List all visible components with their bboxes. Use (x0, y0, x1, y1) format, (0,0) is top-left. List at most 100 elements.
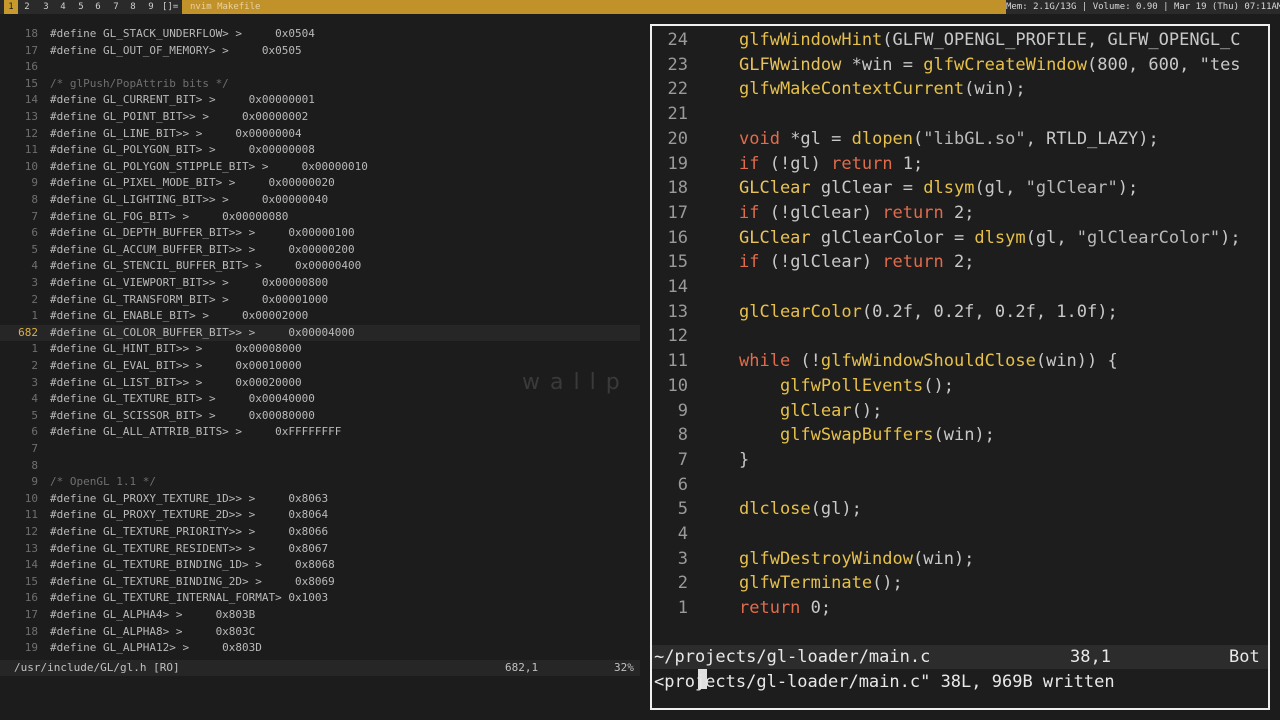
workspace-tag-9[interactable]: 9 (145, 0, 157, 14)
code-line[interactable]: 3 glfwDestroyWindow(win); (652, 547, 1268, 572)
code-line[interactable]: 24 glfwWindowHint(GLFW_OPENGL_PROFILE, GL… (652, 28, 1268, 53)
code-line[interactable]: 11 #define GL_POLYGON_BIT> > 0x00000008 (0, 142, 640, 159)
code-line[interactable]: 682 #define GL_COLOR_BUFFER_BIT>> > 0x000… (0, 324, 640, 342)
workspace-tag-2[interactable]: 2 (21, 0, 33, 14)
line-text: #define GL_TEXTURE_RESIDENT>> > 0x8067 (50, 541, 329, 555)
code-line[interactable]: 18 #define GL_ALPHA8> > 0x803C (0, 624, 640, 641)
code-line[interactable]: 6 #define GL_ALL_ATTRIB_BITS> > 0xFFFFFFF… (0, 424, 640, 441)
code-line[interactable]: 12 #define GL_LINE_BIT>> > 0x00000004 (0, 126, 640, 143)
line-text: while (!glfwWindowShouldClose(win)) { (739, 351, 1118, 372)
code-line[interactable]: 14 #define GL_TEXTURE_BINDING_1D> > 0x806… (0, 557, 640, 574)
line-number: 12 (24, 525, 38, 538)
line-number: 6 (31, 425, 38, 439)
code-line[interactable]: 23 GLFWwindow *win = glfwCreateWindow(800… (652, 53, 1268, 78)
code-line[interactable]: 11 #define GL_PROXY_TEXTURE_2D>> > 0x8064 (0, 507, 640, 524)
code-line[interactable]: 7 #define GL_FOG_BIT> > 0x00000080 (0, 209, 640, 226)
line-number: 16 (667, 227, 688, 248)
code-line[interactable]: 14 #define GL_CURRENT_BIT> > 0x00000001 (0, 92, 640, 109)
code-line[interactable]: 12 #define GL_TEXTURE_PRIORITY>> > 0x8066 (0, 524, 640, 541)
line-text: glfwPollEvents(); (779, 375, 954, 396)
workspace-tag-3[interactable]: 3 (40, 0, 52, 14)
code-line[interactable]: 15 if (!glClear) return 2; (652, 250, 1268, 275)
code-line[interactable]: 8 (0, 458, 640, 475)
code-line[interactable]: 5 #define GL_ACCUM_BUFFER_BIT>> > 0x00000… (0, 242, 640, 259)
code-line[interactable]: 9 #define GL_PIXEL_MODE_BIT> > 0x00000020 (0, 175, 640, 192)
code-line[interactable]: 7 (0, 441, 640, 458)
code-line[interactable]: 8 #define GL_LIGHTING_BIT>> > 0x00000040 (0, 192, 640, 209)
line-text: #define GL_FOG_BIT> > 0x00000080 (50, 209, 289, 223)
code-line[interactable]: 6 (652, 473, 1268, 498)
code-line[interactable]: 8 glfwSwapBuffers(win); (652, 423, 1268, 448)
layout-indicator[interactable]: []= (162, 0, 178, 14)
line-number: 3 (31, 276, 38, 289)
code-line[interactable]: 6 #define GL_DEPTH_BUFFER_BIT>> > 0x00000… (0, 225, 640, 242)
code-line[interactable]: 22 glfwMakeContextCurrent(win); (652, 77, 1268, 102)
workspace-tag-1[interactable]: 1 (4, 0, 18, 14)
code-line[interactable]: 20 void *gl = dlopen("libGL.so", RTLD_LAZ… (652, 127, 1268, 152)
left-editor-pane[interactable]: 18 #define GL_STACK_UNDERFLOW> > 0x0504 17… (0, 24, 640, 674)
code-line[interactable]: 13 #define GL_POINT_BIT>> > 0x00000002 (0, 109, 640, 126)
code-line[interactable]: 13 glClearColor(0.2f, 0.2f, 0.2f, 1.0f); (652, 300, 1268, 325)
workspace-tag-8[interactable]: 8 (127, 0, 139, 14)
code-line[interactable]: 19 if (!gl) return 1; (652, 152, 1268, 177)
cursor-line[interactable]: 38 (652, 620, 1268, 690)
floating-terminal-window[interactable]: 24 glfwWindowHint(GLFW_OPENGL_PROFILE, GL… (650, 24, 1270, 710)
code-line[interactable]: 10 #define GL_PROXY_TEXTURE_1D>> > 0x8063 (0, 491, 640, 508)
code-line[interactable]: 16 GLClear glClearColor = dlsym(gl, "glCl… (652, 226, 1268, 251)
code-line[interactable]: 14 (652, 275, 1268, 300)
code-line[interactable]: 21 (652, 102, 1268, 127)
code-line[interactable]: 4 (652, 522, 1268, 547)
line-number: 5 (677, 499, 688, 520)
code-line[interactable]: 4 #define GL_STENCIL_BUFFER_BIT> > 0x0000… (0, 258, 640, 275)
code-line[interactable]: 13 #define GL_TEXTURE_RESIDENT>> > 0x8067 (0, 541, 640, 558)
code-line[interactable]: 1 #define GL_ENABLE_BIT> > 0x00002000 (0, 308, 640, 325)
line-text: #define GL_TEXTURE_BIT> > 0x00040000 (50, 392, 315, 406)
code-line[interactable]: 5 #define GL_SCISSOR_BIT> > 0x00080000 (0, 408, 640, 425)
code-line[interactable]: 15 #define GL_TEXTURE_BINDING_2D> > 0x806… (0, 574, 640, 591)
line-text: dlclose(gl); (739, 499, 862, 520)
code-line[interactable]: 17 if (!glClear) return 2; (652, 201, 1268, 226)
code-line[interactable]: 10 #define GL_POLYGON_STIPPLE_BIT> > 0x00… (0, 159, 640, 176)
code-line[interactable]: 1 return 0; (652, 596, 1268, 621)
line-number: 2 (31, 359, 38, 372)
code-line[interactable]: 7} (652, 448, 1268, 473)
code-line[interactable]: 15 /* glPush/PopAttrib bits */ (0, 76, 640, 93)
code-line[interactable]: 1 #define GL_HINT_BIT>> > 0x00008000 (0, 341, 640, 358)
workspace-tag-6[interactable]: 6 (92, 0, 104, 14)
code-line[interactable]: 18 GLClear glClear = dlsym(gl, "glClear")… (652, 176, 1268, 201)
code-line[interactable]: 9 glClear(); (652, 399, 1268, 424)
line-number: 20 (667, 128, 688, 149)
code-line[interactable]: 17 #define GL_ALPHA4> > 0x803B (0, 607, 640, 624)
line-number: 8 (677, 425, 688, 446)
code-line[interactable]: 16 (0, 59, 640, 76)
line-number: 1 (31, 342, 38, 356)
line-text: #define GL_POLYGON_BIT> > 0x00000008 (50, 143, 315, 157)
line-number: 15 (24, 574, 38, 588)
workspace-tag-5[interactable]: 5 (75, 0, 87, 14)
command-line[interactable]: <projects/gl-loader/main.c" 38L, 969B wr… (654, 670, 1268, 694)
code-line[interactable]: 17 #define GL_OUT_OF_MEMORY> > 0x0505 (0, 43, 640, 60)
code-line[interactable]: 12 (652, 324, 1268, 349)
code-line[interactable]: 9 /* OpenGL 1.1 */ (0, 474, 640, 491)
left-status-position: 682,1 (505, 661, 539, 674)
code-line[interactable]: 2 glfwTerminate(); (652, 571, 1268, 596)
line-text: #define GL_POLYGON_STIPPLE_BIT> > 0x0000… (50, 159, 368, 173)
code-line[interactable]: 19 #define GL_ALPHA12> > 0x803D (0, 640, 640, 657)
code-line[interactable]: 3 #define GL_VIEWPORT_BIT>> > 0x00000800 (0, 275, 640, 292)
code-line[interactable]: 11 while (!glfwWindowShouldClose(win)) { (652, 349, 1268, 374)
code-line[interactable]: 18 #define GL_STACK_UNDERFLOW> > 0x0504 (0, 26, 640, 43)
line-text: GLFWwindow *win = glfwCreateWindow(800, … (739, 54, 1241, 75)
line-number: 4 (31, 259, 38, 273)
code-line[interactable]: 2 #define GL_TRANSFORM_BIT> > 0x00001000 (0, 292, 640, 309)
code-line[interactable]: 16 #define GL_TEXTURE_INTERNAL_FORMAT> 0x… (0, 590, 640, 607)
workspace-tag-4[interactable]: 4 (57, 0, 69, 14)
line-text: if (!glClear) return 2; (739, 252, 975, 273)
code-line[interactable]: 5 dlclose(gl); (652, 497, 1268, 522)
code-line[interactable]: 10 glfwPollEvents(); (652, 374, 1268, 399)
line-number: 21 (667, 104, 688, 125)
line-text: glfwTerminate(); (739, 573, 903, 594)
line-number: 18 (667, 178, 688, 199)
line-number: 22 (667, 79, 688, 100)
line-number: 17 (24, 43, 38, 57)
workspace-tag-7[interactable]: 7 (110, 0, 122, 14)
